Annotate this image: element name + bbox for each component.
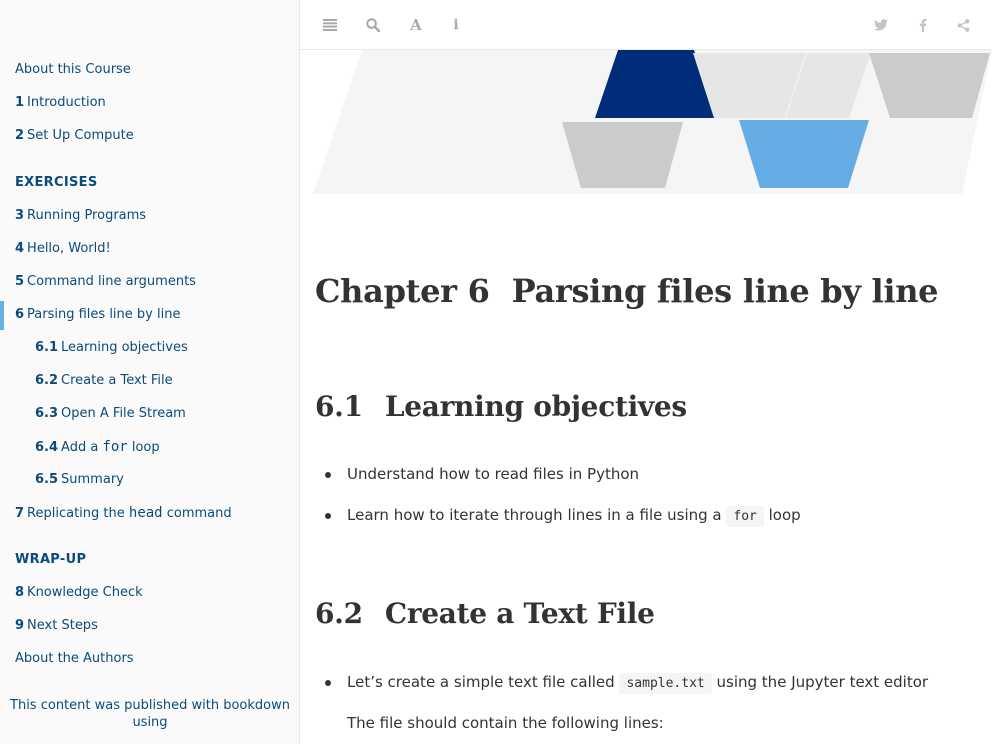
list-item-text: loop bbox=[763, 506, 801, 524]
share-icon[interactable] bbox=[953, 15, 973, 35]
list-item-text: Let’s create a simple text file called bbox=[347, 673, 620, 691]
sidebar-item-label: Create a Text File bbox=[61, 373, 173, 388]
sidebar-item-about-course[interactable]: About this Course bbox=[15, 61, 131, 79]
active-item-indicator bbox=[0, 301, 4, 330]
sidebar-item-running-programs[interactable]: 3 Running Programs bbox=[15, 207, 146, 225]
sidebar-item-introduction[interactable]: 1 Introduction bbox=[15, 94, 106, 112]
sidebar-item-label: Running Programs bbox=[27, 208, 147, 223]
sidebar-item-replicating-head[interactable]: 7 Replicating the head command bbox=[15, 504, 232, 523]
sidebar-item-code: head bbox=[128, 505, 163, 521]
list-item: Learn how to iterate through lines in a … bbox=[347, 504, 801, 528]
chapter-title-text: Parsing files line by line bbox=[511, 272, 939, 310]
bullet-icon bbox=[325, 513, 331, 519]
sidebar-item-label: About the Authors bbox=[15, 651, 134, 666]
sidebar-item-hello-world[interactable]: 4 Hello, World! bbox=[15, 240, 111, 258]
sidebar-item-label: Command line arguments bbox=[27, 274, 196, 289]
sidebar-item-number: 6 bbox=[15, 307, 25, 322]
sidebar-item-label: About this Course bbox=[15, 62, 131, 77]
section-heading-create-text-file: 6.2 Create a Text File bbox=[315, 597, 655, 630]
inline-code: for bbox=[726, 506, 764, 527]
sidebar-item-label: command bbox=[162, 506, 232, 521]
toolbar: A i bbox=[300, 0, 992, 50]
sidebar-item-number: 6.3 bbox=[35, 406, 59, 421]
sidebar-item-number: 3 bbox=[15, 208, 25, 223]
sidebar-item-next-steps[interactable]: 9 Next Steps bbox=[15, 617, 98, 635]
list-item: Understand how to read files in Python bbox=[347, 465, 640, 483]
sidebar-item-label: Add a bbox=[61, 440, 103, 455]
sidebar-item-number: 4 bbox=[15, 241, 25, 256]
sidebar-subitem-add-for-loop[interactable]: 6.4 Add a for loop bbox=[35, 438, 160, 457]
sidebar-item-label: Knowledge Check bbox=[27, 585, 143, 600]
sidebar-item-parsing-files[interactable]: 6 Parsing files line by line bbox=[15, 306, 180, 324]
search-icon[interactable] bbox=[363, 15, 383, 35]
font-icon[interactable]: A bbox=[406, 15, 426, 35]
list-item-text: using the Jupyter text editor bbox=[711, 673, 929, 691]
sidebar-item-label: Learning objectives bbox=[61, 340, 188, 355]
sidebar-item-code: for bbox=[102, 439, 128, 455]
section-number: 6.2 bbox=[315, 597, 363, 630]
sidebar-item-setup-compute[interactable]: 2 Set Up Compute bbox=[15, 127, 134, 145]
sidebar-subitem-learning-objectives[interactable]: 6.1 Learning objectives bbox=[35, 339, 188, 357]
sidebar-item-label: Set Up Compute bbox=[27, 128, 134, 143]
sidebar-section-exercises: EXERCISES bbox=[15, 175, 98, 190]
sidebar-item-label: Next Steps bbox=[27, 618, 98, 633]
sidebar-item-number: 2 bbox=[15, 128, 25, 143]
banner-artwork bbox=[313, 50, 992, 196]
sidebar-item-number: 6.2 bbox=[35, 373, 59, 388]
sidebar-item-label: Introduction bbox=[27, 95, 106, 110]
section-number: 6.1 bbox=[315, 390, 363, 423]
sidebar-subitem-open-file-stream[interactable]: 6.3 Open A File Stream bbox=[35, 405, 186, 423]
menu-icon[interactable] bbox=[320, 15, 340, 35]
chapter-number: Chapter 6 bbox=[315, 272, 490, 310]
published-with-bookdown-link[interactable]: This content was published with bookdown… bbox=[0, 697, 299, 731]
sidebar-item-label: Open A File Stream bbox=[61, 406, 186, 421]
sidebar-item-label: Parsing files line by line bbox=[27, 307, 181, 322]
sidebar-item-number: 8 bbox=[15, 585, 25, 600]
section-title: Learning objectives bbox=[384, 390, 687, 423]
sidebar-item-number: 9 bbox=[15, 618, 25, 633]
sidebar-item-number: 6.4 bbox=[35, 440, 59, 455]
sidebar-item-command-line-arguments[interactable]: 5 Command line arguments bbox=[15, 273, 196, 291]
sidebar-subitem-summary[interactable]: 6.5 Summary bbox=[35, 471, 124, 489]
published-line: using bbox=[132, 715, 168, 730]
sidebar-item-label: loop bbox=[127, 440, 160, 455]
chapter-title: Chapter 6 Parsing files line by line bbox=[315, 272, 939, 310]
sidebar-item-about-authors[interactable]: About the Authors bbox=[15, 650, 134, 668]
section-heading-learning-objectives: 6.1 Learning objectives bbox=[315, 390, 687, 423]
sidebar-item-number: 5 bbox=[15, 274, 25, 289]
twitter-icon[interactable] bbox=[871, 15, 891, 35]
facebook-icon[interactable] bbox=[913, 15, 933, 35]
bullet-icon bbox=[325, 680, 331, 686]
inline-code: sample.txt bbox=[619, 673, 712, 694]
list-item-text: Learn how to iterate through lines in a … bbox=[347, 506, 727, 524]
paragraph: The file should contain the following li… bbox=[347, 714, 664, 732]
sidebar-item-label: Summary bbox=[61, 472, 124, 487]
sidebar-item-knowledge-check[interactable]: 8 Knowledge Check bbox=[15, 584, 143, 602]
sidebar-item-number: 1 bbox=[15, 95, 25, 110]
sidebar-item-number: 7 bbox=[15, 506, 25, 521]
sidebar-item-label: Hello, World! bbox=[27, 241, 111, 256]
info-icon[interactable]: i bbox=[446, 15, 466, 35]
sidebar-item-number: 6.1 bbox=[35, 340, 59, 355]
sidebar-item-label: Replicating the bbox=[27, 506, 129, 521]
sidebar: About this Course 1 Introduction 2 Set Up … bbox=[0, 0, 300, 744]
section-title: Create a Text File bbox=[384, 597, 655, 630]
list-item: Let’s create a simple text file called s… bbox=[347, 671, 928, 695]
sidebar-subitem-create-text-file[interactable]: 6.2 Create a Text File bbox=[35, 372, 173, 390]
sidebar-item-number: 6.5 bbox=[35, 472, 59, 487]
sidebar-section-wrapup: WRAP-UP bbox=[15, 552, 87, 567]
bullet-icon bbox=[325, 472, 331, 478]
published-line: This content was published with bookdown bbox=[10, 698, 290, 713]
